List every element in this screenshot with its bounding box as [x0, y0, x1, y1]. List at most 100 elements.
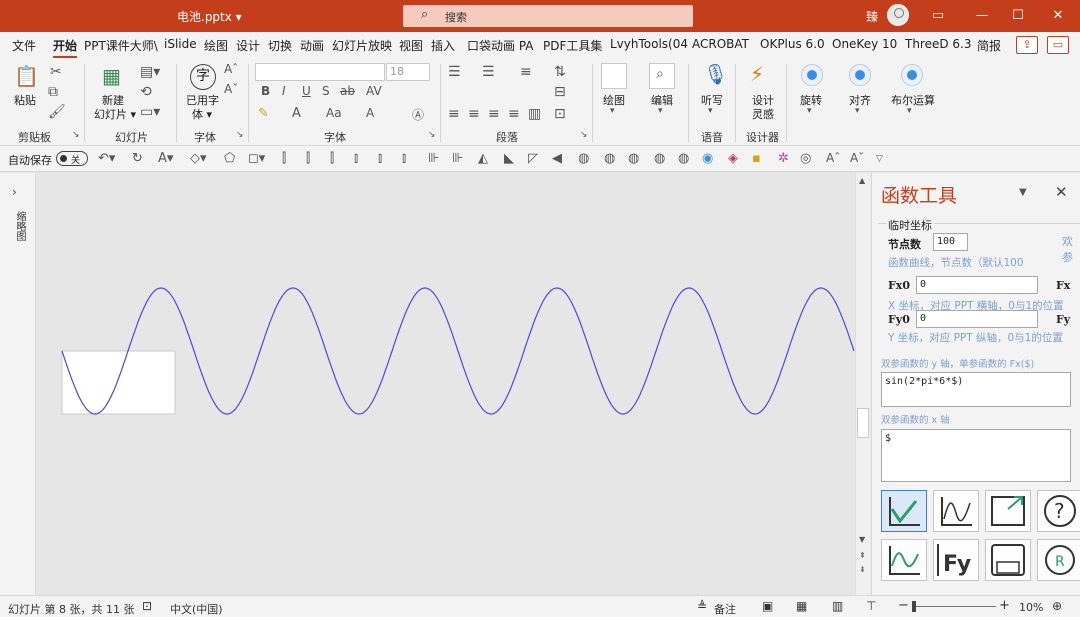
- italic-icon[interactable]: I: [282, 84, 286, 98]
- tab-draw[interactable]: 绘图: [204, 37, 228, 54]
- autosave-toggle[interactable]: 关: [56, 151, 88, 166]
- used-font-icon[interactable]: 字: [190, 64, 216, 90]
- tab-okplus[interactable]: OKPlus 6.0: [760, 37, 825, 51]
- grow-font-icon[interactable]: Aˆ: [224, 62, 238, 76]
- prev-slide-icon[interactable]: ⇞: [859, 551, 866, 560]
- align-right-icon[interactable]: ≡: [488, 106, 500, 122]
- scroll-up-icon[interactable]: ▲: [859, 176, 865, 185]
- tab-ppt-master[interactable]: PPT课件大师\: [84, 37, 158, 54]
- undo-icon[interactable]: ↶▾: [98, 151, 115, 166]
- justify-icon[interactable]: ≡: [508, 106, 520, 122]
- redo-icon[interactable]: ↻: [132, 151, 143, 166]
- tab-onekey[interactable]: OneKey 10: [832, 37, 897, 51]
- fy-button[interactable]: Fy: [933, 539, 979, 581]
- ribbon-display-icon[interactable]: ▭: [928, 6, 948, 26]
- slide-sorter-icon[interactable]: ▦: [796, 599, 807, 613]
- align-center-icon[interactable]: ≡: [468, 106, 480, 122]
- thumbnail-label[interactable]: 缩略图: [12, 211, 27, 241]
- font-color-icon[interactable]: A: [292, 106, 301, 121]
- close-icon[interactable]: ✕: [1055, 183, 1068, 201]
- chevron-down-icon[interactable]: ▾: [708, 106, 713, 116]
- sine-curve[interactable]: [61, 287, 855, 415]
- rectangle-icon[interactable]: ◻▾: [248, 151, 265, 166]
- format-painter-icon[interactable]: 🖌: [48, 104, 66, 120]
- zoom-in-icon[interactable]: +: [999, 598, 1010, 613]
- notes-button[interactable]: 备注: [714, 601, 736, 617]
- new-slide-icon[interactable]: ▦: [102, 64, 121, 88]
- scroll-thumb[interactable]: [857, 408, 869, 438]
- chevron-down-icon[interactable]: ▾: [855, 106, 860, 116]
- underline-icon[interactable]: U: [302, 84, 311, 98]
- align-left-icon[interactable]: ⫿: [282, 151, 286, 166]
- fragment-icon[interactable]: ◍: [628, 151, 639, 166]
- boolean-icon[interactable]: [901, 64, 923, 86]
- notes-icon[interactable]: ≜: [697, 599, 707, 613]
- tab-acrobat[interactable]: ACROBAT: [692, 37, 749, 51]
- circle-icon[interactable]: ◉: [702, 151, 713, 166]
- curve-graph-button[interactable]: [933, 490, 979, 532]
- merge-shapes-icon[interactable]: ◍: [578, 151, 589, 166]
- text-direction-icon[interactable]: ⇅: [554, 64, 566, 80]
- align-label[interactable]: 对齐: [849, 92, 871, 108]
- sparkle-icon[interactable]: ✲: [778, 151, 789, 166]
- line-spacing-icon[interactable]: ≡: [520, 64, 532, 80]
- draw-curve-button[interactable]: [881, 490, 927, 532]
- export-button[interactable]: [985, 490, 1031, 532]
- zoom-slider-thumb[interactable]: [912, 601, 916, 612]
- grow-font-icon[interactable]: Aˆ: [826, 151, 840, 165]
- chevron-down-icon[interactable]: ▾: [907, 106, 912, 116]
- used-font-label-2[interactable]: 体 ▾: [192, 106, 212, 122]
- intersect-icon[interactable]: ◍: [654, 151, 665, 166]
- chevron-down-icon[interactable]: ▾: [658, 106, 663, 116]
- tab-file[interactable]: 文件: [12, 37, 36, 54]
- zoom-slider[interactable]: [914, 606, 996, 607]
- columns-icon[interactable]: ▥: [528, 106, 541, 122]
- tab-insert[interactable]: 插入: [431, 37, 455, 54]
- tab-view[interactable]: 视图: [399, 37, 423, 54]
- clear-format-icon[interactable]: A: [366, 106, 374, 120]
- bullets-icon[interactable]: ☰: [448, 64, 461, 80]
- tab-pocket-animation[interactable]: 口袋动画 PA: [467, 37, 534, 54]
- chevron-down-icon[interactable]: ▼: [1019, 187, 1027, 198]
- tab-transitions[interactable]: 切换: [268, 37, 292, 54]
- tab-design[interactable]: 设计: [236, 37, 260, 54]
- close-button[interactable]: ✕: [1048, 6, 1068, 26]
- zoom-level[interactable]: 10%: [1019, 601, 1043, 614]
- reset-icon[interactable]: ⟲: [140, 84, 152, 100]
- combine-icon[interactable]: ◍: [604, 151, 615, 166]
- slide-counter[interactable]: 幻灯片 第 8 张，共 11 张: [8, 601, 134, 617]
- align-center-icon[interactable]: ⫿: [306, 151, 310, 166]
- boolean-label[interactable]: 布尔运算: [891, 92, 935, 108]
- align-left-icon[interactable]: ≡: [448, 106, 460, 122]
- minimize-button[interactable]: —: [972, 6, 992, 26]
- tab-islide[interactable]: iSlide: [164, 37, 197, 51]
- align-top-icon[interactable]: ⫾: [354, 151, 358, 166]
- tab-lvyhtools[interactable]: LvyhTools(04: [610, 37, 688, 51]
- dialog-launcher-icon[interactable]: ↘: [72, 130, 80, 140]
- align-text-icon[interactable]: ⊟: [554, 84, 566, 100]
- dialog-launcher-icon[interactable]: ↘: [236, 130, 244, 140]
- font-name-input[interactable]: [255, 63, 385, 81]
- paste-icon[interactable]: 📋: [14, 64, 39, 88]
- x-expression-input[interactable]: $: [881, 429, 1071, 482]
- dialog-launcher-icon[interactable]: ↘: [428, 130, 436, 140]
- shadow-icon[interactable]: S: [322, 84, 330, 98]
- chevron-right-icon[interactable]: ›: [12, 185, 17, 199]
- copy-icon[interactable]: ⧉: [48, 84, 58, 100]
- microphone-icon[interactable]: 🎙: [703, 62, 728, 86]
- drawing-icon[interactable]: [601, 63, 627, 89]
- align-middle-icon[interactable]: ⫾: [378, 151, 382, 166]
- fy0-input[interactable]: 0: [916, 310, 1038, 328]
- share-icon[interactable]: ⇪: [1016, 36, 1038, 54]
- shrink-font-icon[interactable]: Aˇ: [224, 82, 238, 96]
- tab-slideshow[interactable]: 幻灯片放映: [332, 37, 392, 54]
- new-slide-label-2[interactable]: 幻灯片 ▾: [94, 106, 136, 122]
- shape-icon[interactable]: ⬠: [224, 151, 235, 166]
- subtract-icon[interactable]: ◍: [678, 151, 689, 166]
- numbering-icon[interactable]: ☰: [482, 64, 495, 80]
- cut-icon[interactable]: ✂: [50, 64, 62, 80]
- change-case-icon[interactable]: Aa: [326, 106, 342, 120]
- chevron-down-icon[interactable]: ▾: [610, 106, 615, 116]
- designer-label-2[interactable]: 灵感: [752, 106, 774, 122]
- arrow-left-icon[interactable]: ◀: [552, 151, 562, 166]
